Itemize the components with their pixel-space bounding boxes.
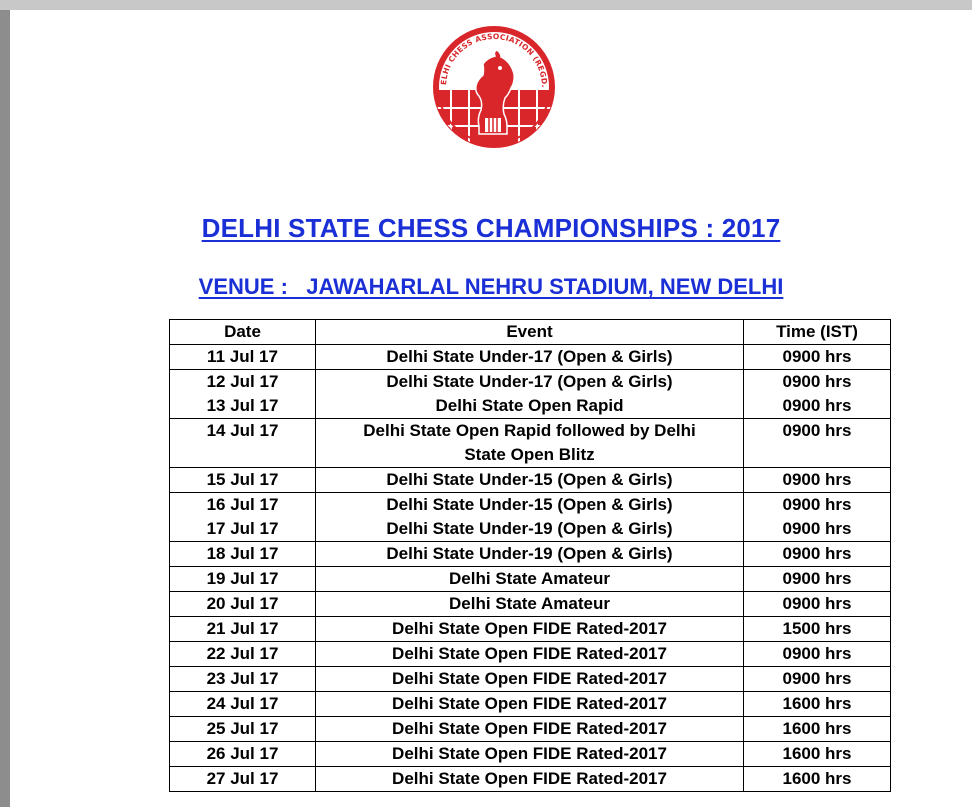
cell-time: 0900 hrs bbox=[743, 394, 891, 419]
cell-date: 16 Jul 17 bbox=[169, 492, 316, 517]
cell-time: 0900 hrs bbox=[743, 541, 891, 567]
table-row: 15 Jul 17 Delhi State Under-15 (Open & G… bbox=[169, 467, 891, 493]
table-row: 14 Jul 17 Delhi State Open Rapid followe… bbox=[169, 418, 891, 468]
table-row: 21 Jul 17 Delhi State Open FIDE Rated-20… bbox=[169, 616, 891, 642]
cell-date: 17 Jul 17 bbox=[169, 517, 316, 542]
table-row: 24 Jul 17 Delhi State Open FIDE Rated-20… bbox=[169, 691, 891, 717]
cell-time: 0900 hrs bbox=[743, 641, 891, 667]
table-row: 25 Jul 17 Delhi State Open FIDE Rated-20… bbox=[169, 716, 891, 742]
table-row: 19 Jul 17 Delhi State Amateur 0900 hrs bbox=[169, 566, 891, 592]
table-row: 23 Jul 17 Delhi State Open FIDE Rated-20… bbox=[169, 666, 891, 692]
cell-event: Delhi State Under-19 (Open & Girls) bbox=[315, 541, 744, 567]
cell-date: 15 Jul 17 bbox=[169, 467, 316, 493]
cell-event: Delhi State Amateur bbox=[315, 566, 744, 592]
table-row: 11 Jul 17 Delhi State Under-17 (Open & G… bbox=[169, 344, 891, 370]
table-row: 22 Jul 17 Delhi State Open FIDE Rated-20… bbox=[169, 641, 891, 667]
column-header-date: Date bbox=[169, 319, 316, 345]
cell-time: 0900 hrs bbox=[743, 566, 891, 592]
cell-event-line1: Delhi State Open Rapid followed by Delhi bbox=[363, 421, 696, 440]
cell-date: 14 Jul 17 bbox=[169, 418, 316, 468]
cell-time: 0900 hrs bbox=[743, 418, 891, 468]
cell-event: Delhi State Open Rapid followed by Delhi… bbox=[315, 418, 744, 468]
cell-time: 0900 hrs bbox=[743, 517, 891, 542]
cell-event-line2: State Open Blitz bbox=[464, 445, 595, 464]
cell-date: 26 Jul 17 bbox=[169, 741, 316, 767]
cell-event: Delhi State Amateur bbox=[315, 591, 744, 617]
cell-time: 1500 hrs bbox=[743, 616, 891, 642]
cell-time: 1600 hrs bbox=[743, 766, 891, 792]
cell-date: 20 Jul 17 bbox=[169, 591, 316, 617]
cell-event: Delhi State Open FIDE Rated-2017 bbox=[315, 616, 744, 642]
cell-date: 19 Jul 17 bbox=[169, 566, 316, 592]
cell-time: 0900 hrs bbox=[743, 344, 891, 370]
cell-date: 25 Jul 17 bbox=[169, 716, 316, 742]
cell-event: Delhi State Open FIDE Rated-2017 bbox=[315, 716, 744, 742]
cell-event: Delhi State Open Rapid bbox=[315, 394, 744, 419]
page-title: DELHI STATE CHESS CHAMPIONSHIPS : 2017 bbox=[201, 213, 781, 243]
cell-event: Delhi State Open FIDE Rated-2017 bbox=[315, 741, 744, 767]
cell-time: 0900 hrs bbox=[743, 666, 891, 692]
cell-event: Delhi State Under-17 (Open & Girls) bbox=[315, 369, 744, 394]
cell-date: 22 Jul 17 bbox=[169, 641, 316, 667]
cell-date: 18 Jul 17 bbox=[169, 541, 316, 567]
delhi-chess-association-logo: DELHI CHESS ASSOCIATION (REGD.) bbox=[429, 22, 555, 148]
cell-time: 1600 hrs bbox=[743, 741, 891, 767]
cell-event: Delhi State Under-15 (Open & Girls) bbox=[315, 467, 744, 493]
table-row: 13 Jul 17 Delhi State Open Rapid 0900 hr… bbox=[169, 394, 891, 419]
table-header-row: Date Event Time (IST) bbox=[169, 319, 891, 345]
cell-time: 1600 hrs bbox=[743, 691, 891, 717]
cell-date: 21 Jul 17 bbox=[169, 616, 316, 642]
column-header-time: Time (IST) bbox=[743, 319, 891, 345]
cell-date: 23 Jul 17 bbox=[169, 666, 316, 692]
table-row: 26 Jul 17 Delhi State Open FIDE Rated-20… bbox=[169, 741, 891, 767]
venue-heading: VENUE : JAWAHARLAL NEHRU STADIUM, NEW DE… bbox=[198, 274, 784, 299]
cell-date: 24 Jul 17 bbox=[169, 691, 316, 717]
cell-event: Delhi State Open FIDE Rated-2017 bbox=[315, 641, 744, 667]
cell-time: 0900 hrs bbox=[743, 492, 891, 517]
cell-time: 1600 hrs bbox=[743, 716, 891, 742]
cell-date: 27 Jul 17 bbox=[169, 766, 316, 792]
cell-time: 0900 hrs bbox=[743, 369, 891, 394]
document-page: DELHI CHESS ASSOCIATION (REGD.) DELHI ST… bbox=[10, 10, 972, 807]
cell-event: Delhi State Open FIDE Rated-2017 bbox=[315, 691, 744, 717]
cell-event: Delhi State Open FIDE Rated-2017 bbox=[315, 766, 744, 792]
table-row: 16 Jul 17 Delhi State Under-15 (Open & G… bbox=[169, 492, 891, 517]
cell-event: Delhi State Under-15 (Open & Girls) bbox=[315, 492, 744, 517]
schedule-table: Date Event Time (IST) 11 Jul 17 Delhi St… bbox=[169, 319, 891, 792]
column-header-event: Event bbox=[315, 319, 744, 345]
cell-event: Delhi State Open FIDE Rated-2017 bbox=[315, 666, 744, 692]
table-row: 18 Jul 17 Delhi State Under-19 (Open & G… bbox=[169, 541, 891, 567]
cell-date: 12 Jul 17 bbox=[169, 369, 316, 394]
cell-date: 13 Jul 17 bbox=[169, 394, 316, 419]
table-row: 20 Jul 17 Delhi State Amateur 0900 hrs bbox=[169, 591, 891, 617]
table-row: 17 Jul 17 Delhi State Under-19 (Open & G… bbox=[169, 517, 891, 542]
cell-time: 0900 hrs bbox=[743, 467, 891, 493]
table-row: 12 Jul 17 Delhi State Under-17 (Open & G… bbox=[169, 369, 891, 394]
cell-event: Delhi State Under-17 (Open & Girls) bbox=[315, 344, 744, 370]
table-row: 27 Jul 17 Delhi State Open FIDE Rated-20… bbox=[169, 766, 891, 792]
viewer-left-scrollbar[interactable] bbox=[0, 10, 10, 807]
cell-event: Delhi State Under-19 (Open & Girls) bbox=[315, 517, 744, 542]
cell-time: 0900 hrs bbox=[743, 591, 891, 617]
cell-date: 11 Jul 17 bbox=[169, 344, 316, 370]
